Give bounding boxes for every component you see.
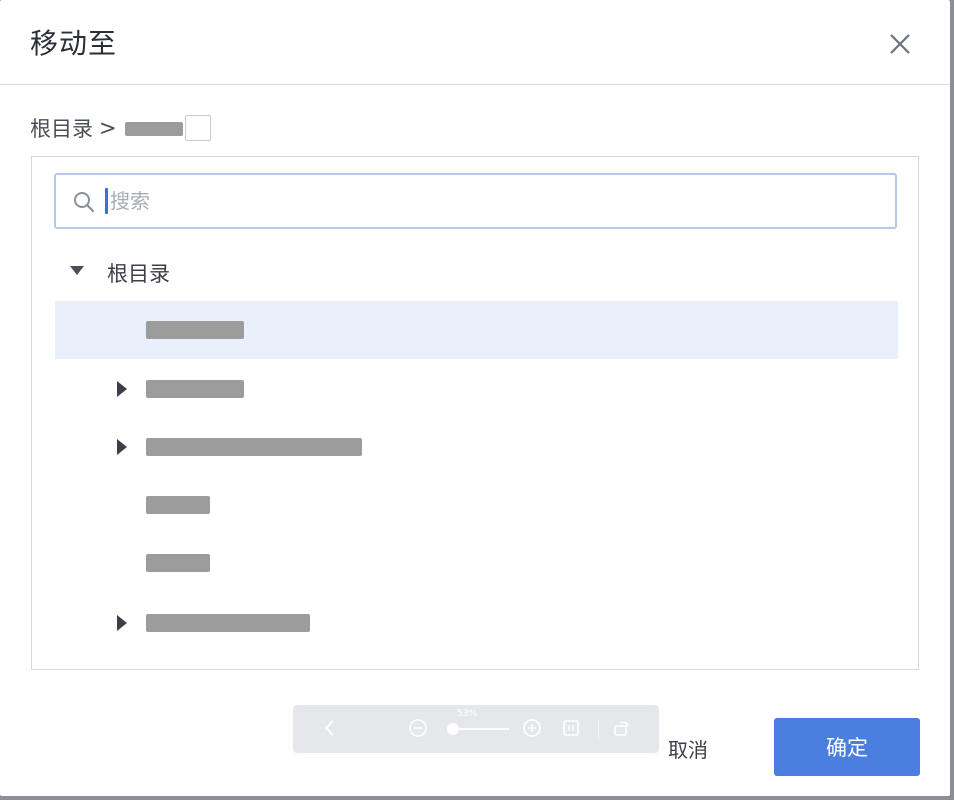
image-viewer-toolbar: 53%	[293, 705, 659, 753]
tree-item[interactable]	[55, 360, 898, 418]
rotate-icon[interactable]	[611, 717, 633, 739]
caret-right-icon[interactable]	[117, 615, 127, 631]
tree-item-label-redacted	[146, 614, 310, 632]
tree-item[interactable]	[55, 301, 898, 359]
tree-item-label-redacted	[146, 438, 362, 456]
tree-root-label: 根目录	[107, 262, 170, 286]
breadcrumb-placeholder-box	[184, 115, 211, 141]
breadcrumb-root[interactable]: 根目录	[30, 113, 93, 143]
zoom-slider-thumb[interactable]	[447, 723, 459, 735]
zoom-in-icon[interactable]	[521, 717, 543, 739]
tree-item-label-redacted	[146, 554, 210, 572]
tree-item[interactable]	[55, 534, 898, 592]
dialog-header: 移动至	[0, 0, 950, 85]
toolbar-divider	[598, 719, 599, 739]
caret-down-icon[interactable]	[70, 266, 84, 275]
tree-item-label-redacted	[146, 321, 244, 339]
search-icon	[74, 192, 95, 213]
cancel-button[interactable]: 取消	[668, 734, 708, 763]
tree-item[interactable]	[55, 418, 898, 476]
zoom-slider-track[interactable]	[453, 728, 509, 730]
tree-root-node[interactable]: 根目录	[32, 253, 912, 293]
search-box[interactable]	[54, 173, 897, 229]
tree-item-label-redacted	[146, 496, 210, 514]
zoom-out-icon[interactable]	[407, 717, 429, 739]
move-to-dialog: 移动至 根目录 > 根目录	[0, 0, 950, 796]
breadcrumb-current-redacted	[124, 122, 183, 136]
search-input[interactable]	[108, 181, 872, 221]
caret-right-icon[interactable]	[117, 381, 127, 397]
breadcrumb: 根目录 >	[30, 114, 211, 142]
confirm-button[interactable]: 确定	[774, 718, 920, 776]
folder-tree-panel: 根目录	[31, 156, 919, 670]
tree-item-label-redacted	[146, 380, 244, 398]
fit-screen-icon[interactable]	[560, 717, 582, 739]
breadcrumb-separator: >	[99, 116, 117, 140]
caret-right-icon[interactable]	[117, 439, 127, 455]
chevron-left-icon[interactable]	[319, 717, 341, 739]
tree-item[interactable]	[55, 594, 898, 652]
tree-item[interactable]	[55, 476, 898, 534]
zoom-level-label: 53%	[457, 709, 478, 719]
close-icon[interactable]	[886, 30, 914, 58]
dialog-title: 移动至	[30, 27, 118, 60]
